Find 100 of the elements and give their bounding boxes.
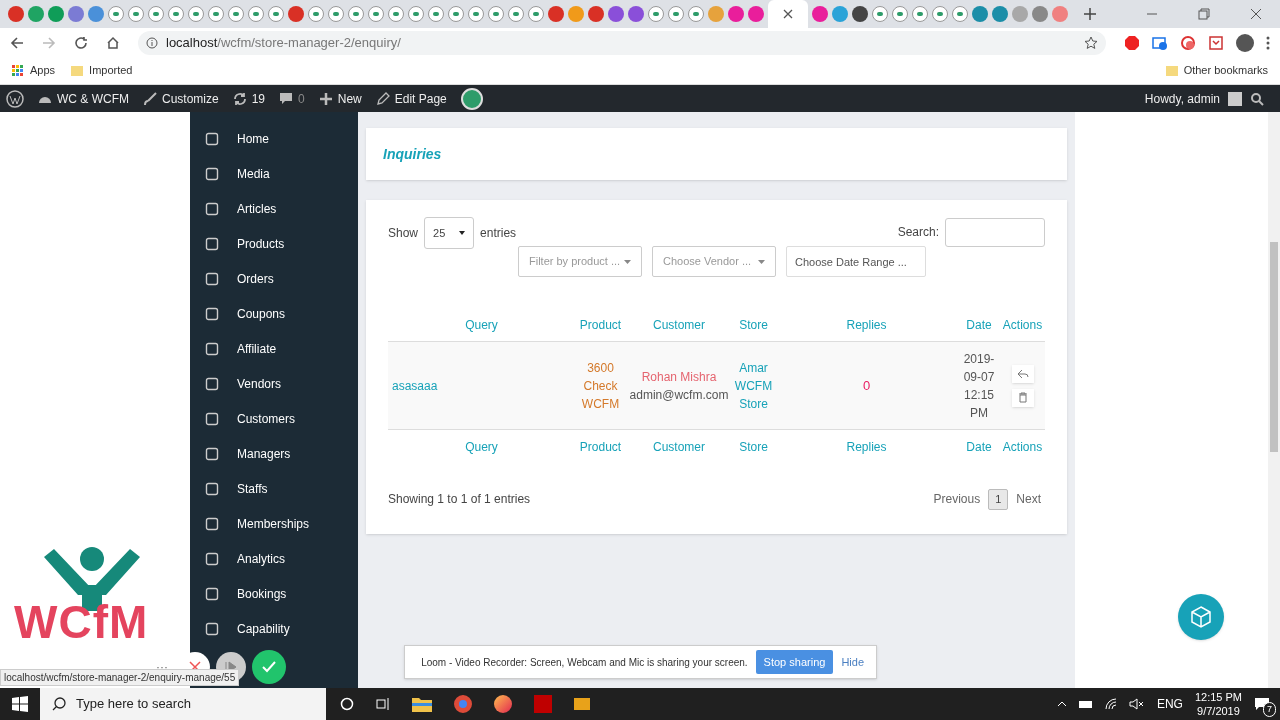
- tab-icon[interactable]: [588, 6, 604, 22]
- tab-icon[interactable]: [892, 6, 908, 22]
- clock-date[interactable]: 9/7/2019: [1197, 704, 1240, 718]
- wifi-icon[interactable]: [1104, 698, 1117, 710]
- avatar[interactable]: [1236, 33, 1254, 52]
- tab-icon[interactable]: [188, 6, 204, 22]
- bookmark-link[interactable]: Other bookmarks: [1183, 62, 1268, 79]
- admin-bar-link[interactable]: New: [337, 89, 362, 108]
- sidebar-item[interactable]: Customers: [190, 401, 358, 436]
- next-link[interactable]: Next: [1012, 490, 1045, 509]
- sidebar-item[interactable]: Vendors: [190, 366, 358, 401]
- sidebar-item[interactable]: Products: [190, 226, 358, 261]
- tab-icon[interactable]: [168, 6, 184, 22]
- tab-icon[interactable]: [8, 6, 24, 22]
- tab-icon[interactable]: [108, 6, 124, 22]
- previous-link[interactable]: Previous: [929, 490, 985, 509]
- greeting-link[interactable]: Howdy, admin: [1144, 89, 1220, 108]
- close-icon[interactable]: [1250, 8, 1262, 20]
- tab-icon[interactable]: [388, 6, 404, 22]
- tab-icon[interactable]: [688, 6, 704, 22]
- sidebar-item[interactable]: Articles: [190, 191, 358, 226]
- tab-icon[interactable]: [648, 6, 664, 22]
- tab-icon[interactable]: [128, 6, 144, 22]
- tab-icon[interactable]: [348, 6, 364, 22]
- tab-icon[interactable]: [148, 6, 164, 22]
- pocket-icon[interactable]: [1208, 34, 1224, 51]
- firefox-icon[interactable]: [494, 695, 512, 713]
- camera-icon[interactable]: [1152, 34, 1168, 51]
- tab-icon[interactable]: [912, 6, 928, 22]
- forward-icon[interactable]: [42, 35, 56, 50]
- menu-icon[interactable]: [1266, 35, 1270, 50]
- date-range-field[interactable]: Choose Date Range ...: [786, 246, 926, 277]
- tab-icon[interactable]: [528, 6, 544, 22]
- tab-icon[interactable]: [228, 6, 244, 22]
- tab-icon[interactable]: [268, 6, 284, 22]
- tab-icon[interactable]: [728, 6, 744, 22]
- sidebar-item[interactable]: Media: [190, 156, 358, 191]
- tab-icon[interactable]: [468, 6, 484, 22]
- tab-icon[interactable]: [608, 6, 624, 22]
- page-button[interactable]: 1: [988, 489, 1009, 510]
- tab-icon[interactable]: [368, 6, 384, 22]
- bookmark-link[interactable]: Imported: [89, 62, 133, 79]
- circle-icon[interactable]: [1180, 34, 1196, 51]
- tab-icon[interactable]: [308, 6, 324, 22]
- tab-icon[interactable]: [748, 6, 764, 22]
- tab-icon[interactable]: [852, 6, 868, 22]
- clock-time[interactable]: 12:15 PM: [1194, 690, 1242, 704]
- sidebar-item[interactable]: Bookings: [190, 576, 358, 611]
- tab-icon[interactable]: [952, 6, 968, 22]
- wordpress-icon[interactable]: [6, 89, 24, 108]
- tab-icon[interactable]: [548, 6, 564, 22]
- tab-icon[interactable]: [628, 6, 644, 22]
- sidebar-item[interactable]: Affiliate: [190, 331, 358, 366]
- search-icon[interactable]: [1250, 91, 1264, 106]
- star-icon[interactable]: [1084, 35, 1098, 50]
- tab-icon[interactable]: [668, 6, 684, 22]
- tab-icon[interactable]: [208, 6, 224, 22]
- tab-icon[interactable]: [288, 6, 304, 22]
- hide-link[interactable]: Hide: [841, 653, 868, 671]
- user-avatar[interactable]: [1228, 91, 1242, 106]
- sidebar-item[interactable]: Analytics: [190, 541, 358, 576]
- sidebar-item[interactable]: Coupons: [190, 296, 358, 331]
- taskbar-search-field[interactable]: Type here to search: [40, 688, 326, 720]
- admin-bar-link[interactable]: WC & WCFM: [57, 89, 129, 108]
- tab-icon[interactable]: [872, 6, 888, 22]
- battery-icon[interactable]: [1078, 700, 1093, 708]
- sidebar-item[interactable]: Memberships: [190, 506, 358, 541]
- address-bar[interactable]: localhost/wcfm/store-manager-2/enquiry/: [138, 30, 1106, 55]
- reply-button[interactable]: [1011, 364, 1034, 383]
- new-tab-icon[interactable]: [1084, 8, 1096, 20]
- mute-icon[interactable]: [1128, 698, 1145, 710]
- sidebar-item[interactable]: Capability: [190, 611, 358, 646]
- tab-icon[interactable]: [448, 6, 464, 22]
- stop-sign-icon[interactable]: [1124, 34, 1140, 51]
- tab-icon[interactable]: [812, 6, 828, 22]
- tab-icon[interactable]: [488, 6, 504, 22]
- delete-button[interactable]: [1011, 388, 1034, 407]
- sidebar-item[interactable]: Managers: [190, 436, 358, 471]
- admin-bar-link[interactable]: 0: [298, 89, 305, 108]
- page-size-select[interactable]: 25: [424, 217, 475, 249]
- folder-icon[interactable]: [412, 696, 432, 712]
- scrollbar[interactable]: [1268, 112, 1280, 688]
- tab-icon[interactable]: [428, 6, 444, 22]
- tab-icon[interactable]: [508, 6, 524, 22]
- reload-icon[interactable]: [74, 35, 88, 50]
- bookmark-link[interactable]: Apps: [30, 62, 56, 79]
- search-field[interactable]: [945, 217, 1045, 247]
- sidebar-item[interactable]: Orders: [190, 261, 358, 296]
- home-icon[interactable]: [106, 35, 120, 50]
- tab-icon[interactable]: [408, 6, 424, 22]
- close-icon[interactable]: [783, 9, 793, 19]
- admin-bar-link[interactable]: Customize: [162, 89, 219, 108]
- tab-icon[interactable]: [932, 6, 948, 22]
- admin-bar-link[interactable]: Edit Page: [394, 89, 447, 108]
- sidebar-item[interactable]: Home: [190, 121, 358, 156]
- chevron-up-icon[interactable]: [1056, 700, 1067, 708]
- language-indicator[interactable]: ENG: [1156, 695, 1183, 713]
- cortana-icon[interactable]: [340, 697, 354, 711]
- windows-icon[interactable]: [12, 696, 28, 712]
- admin-bar-link[interactable]: 19: [251, 89, 266, 108]
